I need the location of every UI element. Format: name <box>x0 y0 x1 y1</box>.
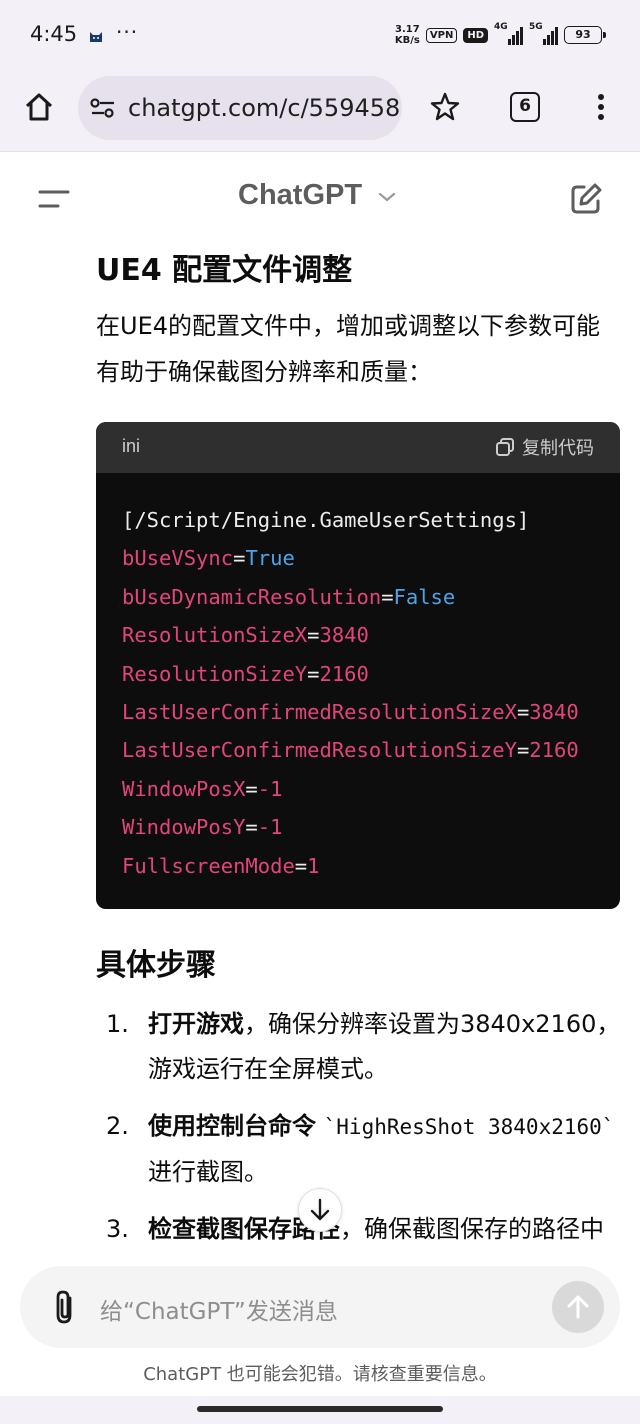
gesture-navigation-bar <box>0 1396 640 1424</box>
address-bar[interactable]: chatgpt.com/c/559458 <box>78 76 402 140</box>
send-button[interactable] <box>552 1281 604 1333</box>
code-line: WindowPosY=-1 <box>122 815 283 840</box>
home-button[interactable] <box>18 86 60 128</box>
browser-toolbar: chatgpt.com/c/559458 6 <box>0 72 640 152</box>
message-input[interactable]: 给“ChatGPT”发送消息 <box>100 1292 338 1326</box>
message-composer: 给“ChatGPT”发送消息 <box>20 1266 620 1348</box>
edit-icon[interactable] <box>568 181 604 217</box>
status-bar: 4:45 ··· 3.17 KB/s VPN HD 4G 5G 93 <box>0 0 640 72</box>
copy-icon <box>496 438 514 456</box>
paragraph: 在UE4的配置文件中，增加或调整以下参数可能有助于确保截图分辨率和质量： <box>96 312 600 386</box>
vpn-badge: VPN <box>425 27 458 43</box>
code-language: ini <box>122 436 141 456</box>
cat-app-icon <box>90 32 102 42</box>
section-heading: 具体步骤 <box>96 948 216 983</box>
code-header: ini 复制代码 <box>96 422 620 473</box>
code-body: [/Script/Engine.GameUserSettings] bUseVSy… <box>96 473 620 885</box>
disclaimer-text: ChatGPT 也可能会犯错。请核查重要信息。 <box>143 1364 497 1385</box>
signal-4g-icon: 4G <box>494 22 523 45</box>
code-line: LastUserConfirmedResolutionSizeX=3840 <box>122 700 579 725</box>
inline-code: `HighResShot 3840x2160` <box>323 1115 615 1139</box>
list-item: 1. 打开游戏，确保分辨率设置为3840x2160，游戏运行在全屏模式。 <box>96 1002 626 1092</box>
copy-code-button[interactable]: 复制代码 <box>494 434 594 460</box>
more-vert-icon[interactable] <box>590 90 612 124</box>
tab-switcher-button[interactable]: 6 <box>510 92 540 122</box>
step-text: 进行截图。 <box>148 1158 268 1186</box>
status-more-dots: ··· <box>116 20 139 44</box>
list-number: 1. <box>106 1010 129 1038</box>
paperclip-icon[interactable] <box>48 1288 82 1326</box>
scroll-to-bottom-button[interactable] <box>298 1188 342 1232</box>
url-text[interactable]: chatgpt.com/c/559458 <box>128 94 400 122</box>
code-line: ResolutionSizeY=2160 <box>122 661 369 686</box>
app-header: ChatGPT <box>0 153 640 241</box>
status-indicators: 3.17 KB/s VPN HD 4G 5G 93 <box>394 22 606 46</box>
model-selector[interactable]: ChatGPT <box>238 179 362 212</box>
status-time: 4:45 <box>30 22 78 46</box>
code-line: bUseVSync=True <box>122 546 295 571</box>
list-item: 2. 使用控制台命令 `HighResShot 3840x2160` 进行截图。 <box>96 1104 626 1195</box>
section-heading: UE4 配置文件调整 <box>96 253 353 288</box>
steps-list: 1. 打开游戏，确保分辨率设置为3840x2160，游戏运行在全屏模式。 2. … <box>96 1002 626 1261</box>
chevron-down-icon[interactable] <box>378 191 396 203</box>
code-line: FullscreenMode=1 <box>122 853 320 878</box>
home-icon <box>25 93 53 121</box>
star-icon[interactable] <box>428 90 462 124</box>
list-number: 3. <box>106 1215 129 1243</box>
home-indicator[interactable] <box>197 1406 443 1412</box>
chat-content[interactable]: UE4 配置文件调整 在UE4的配置文件中，增加或调整以下参数可能有助于确保截图… <box>0 241 640 1261</box>
code-line: ResolutionSizeX=3840 <box>122 623 369 648</box>
code-line: bUseDynamicResolution=False <box>122 584 456 609</box>
code-line: LastUserConfirmedResolutionSizeY=2160 <box>122 738 579 763</box>
signal-5g-icon: 5G <box>529 22 558 45</box>
network-speed: 3.17 KB/s <box>394 24 420 46</box>
copy-code-label: 复制代码 <box>522 438 594 459</box>
tune-icon[interactable] <box>90 97 116 119</box>
battery-icon: 93 <box>564 26 606 44</box>
sidebar-icon[interactable] <box>38 187 70 211</box>
list-number: 2. <box>106 1112 129 1140</box>
code-block: ini 复制代码 [/Script/Engine.GameUserSetting… <box>96 422 620 909</box>
code-line: WindowPosX=-1 <box>122 776 283 801</box>
arrow-up-icon <box>567 1295 589 1319</box>
step-bold: 打开游戏 <box>148 1010 244 1038</box>
hd-badge: HD <box>463 27 488 43</box>
arrow-down-icon <box>310 1198 330 1221</box>
list-item: 3. 检查截图保存路径，确保截图保存的路径中截图文件确实是4K分辨率。 <box>96 1207 626 1261</box>
code-section-line: [/Script/Engine.GameUserSettings] <box>122 508 530 532</box>
step-bold: 使用控制台命令 <box>148 1112 316 1140</box>
